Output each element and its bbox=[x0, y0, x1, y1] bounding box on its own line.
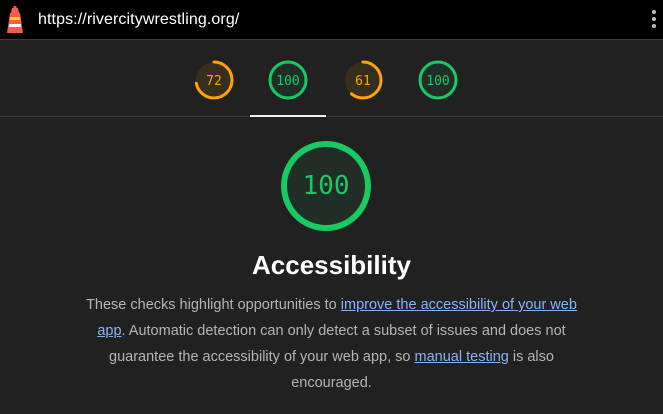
lighthouse-icon bbox=[7, 6, 23, 33]
gauge-score: 100 bbox=[426, 74, 450, 89]
kebab-menu-icon[interactable] bbox=[651, 10, 657, 32]
tab-performance[interactable]: 72 bbox=[176, 40, 252, 116]
category-score: 100 bbox=[302, 171, 350, 201]
gauge-score: 72 bbox=[206, 74, 222, 89]
page-url: https://rivercitywrestling.org/ bbox=[38, 11, 240, 28]
gauge-score: 100 bbox=[276, 74, 300, 89]
tab-accessibility[interactable]: 100 bbox=[250, 40, 326, 117]
top-bar: https://rivercitywrestling.org/ bbox=[0, 0, 663, 40]
manual-testing-link[interactable]: manual testing bbox=[415, 349, 509, 365]
tab-best-practices[interactable]: 61 bbox=[325, 40, 401, 116]
score-gauges-row: 72 100 61 100 bbox=[0, 40, 663, 117]
description-text: These checks highlight opportunities to bbox=[86, 297, 341, 313]
category-description: These checks highlight opportunities to … bbox=[74, 292, 589, 396]
tab-seo[interactable]: 100 bbox=[400, 40, 476, 116]
category-title: Accessibility bbox=[252, 250, 411, 280]
gauge-score: 61 bbox=[355, 74, 371, 89]
